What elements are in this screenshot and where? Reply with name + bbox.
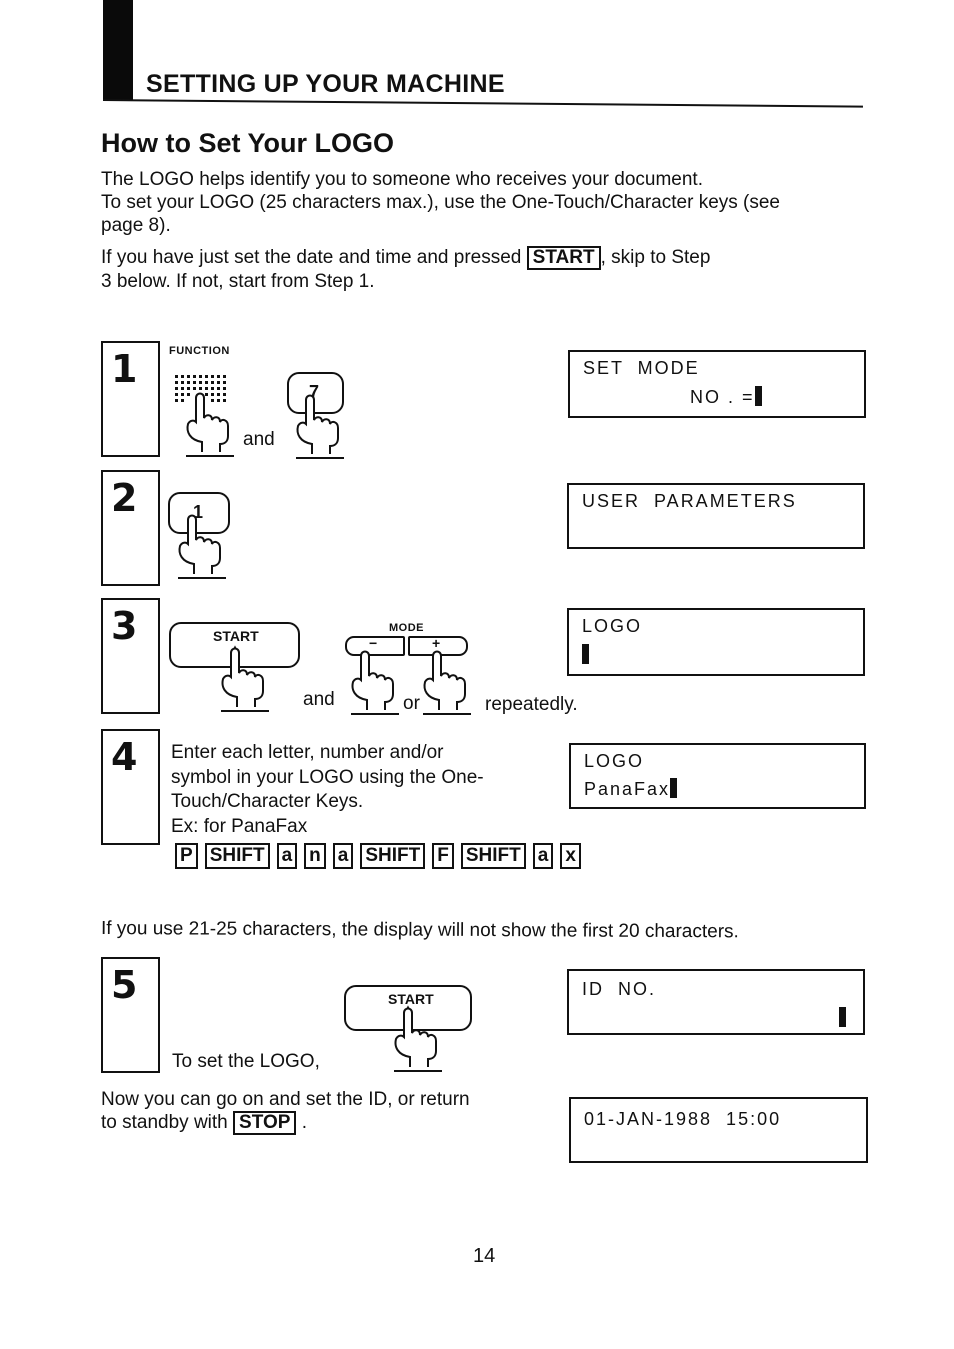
example-key-sequence: P SHIFT a n a SHIFT F SHIFT a x [175,843,581,869]
section-title: SETTING UP YOUR MACHINE [146,70,505,98]
step-5-number: 5 [111,963,138,1007]
step-2-box: 2 [101,470,160,586]
intro-line-1: The LOGO helps identify you to someone w… [101,169,703,190]
lcd-line-2: NO . = [690,386,762,408]
pressing-hand-icon [388,1005,448,1075]
page-heading: How to Set Your LOGO [101,128,395,158]
lcd-line-2 [582,644,589,666]
intro-line-4-text: If you have just set the date and time a… [101,247,522,268]
lcd-line-2-text: NO . = [690,387,755,407]
key-a: a [532,843,554,869]
start-key-reference: START [526,246,601,270]
closing-line-2-suffix: . [301,1112,307,1133]
intro-line-4-suffix: , skip to Step [600,247,711,268]
closing-line-2-text: to standby with [101,1112,228,1133]
step-4-line-2: symbol in your LOGO using the One- [171,766,484,788]
step-4-instructions: Enter each letter, number and/or symbol … [171,741,484,839]
step-1-number: 1 [111,347,138,391]
mode-label: MODE [389,622,424,634]
key-a: a [332,843,354,869]
cursor-block [754,386,762,406]
step-4-line-1: Enter each letter, number and/or [171,742,444,763]
step-4-number: 4 [111,735,138,779]
key-a: a [276,843,298,869]
lcd-display-standby: 01-JAN-1988 15:00 [569,1097,868,1163]
character-limit-note: If you use 21-25 characters, the display… [100,918,739,943]
pressing-hand-icon [345,648,405,718]
key-x: x [560,843,581,869]
start-button-label: START [213,628,259,644]
intro-line-5: 3 below. If not, start from Step 1. [101,271,375,292]
pressing-hand-icon [180,390,240,460]
key-shift: SHIFT [460,843,526,869]
intro-line-4: If you have just set the date and time a… [101,246,871,270]
pressing-hand-icon [215,645,275,715]
step-4-box: 4 [101,729,160,845]
closing-line-1: Now you can go on and set the ID, or ret… [101,1089,470,1110]
key-shift: SHIFT [360,843,426,869]
pressing-hand-icon [172,512,232,582]
key-p: P [175,843,198,869]
closing-paragraph: Now you can go on and set the ID, or ret… [101,1088,470,1135]
function-label: FUNCTION [169,345,230,357]
cursor-block [839,1007,846,1027]
lcd-line-1: LOGO [584,751,645,771]
lcd-line-2: PanaFax [584,778,678,800]
step-3-number: 3 [111,604,138,648]
step-5-text: To set the LOGO, [172,1051,320,1072]
lcd-display-step-2: USER PARAMETERS [567,483,865,549]
intro-line-2: To set your LOGO (25 characters max.), u… [101,192,780,213]
step-4-line-3: Touch/Character Keys. [171,791,364,812]
key-shift: SHIFT [204,843,270,869]
lcd-line-1: 01-JAN-1988 15:00 [584,1109,782,1129]
section-tab-marker [103,0,133,100]
step-2-number: 2 [111,476,138,520]
step-1-and-label: and [243,429,275,450]
step-5-box: 5 [101,957,160,1073]
pressing-hand-icon [290,392,350,462]
stop-key-reference: STOP [233,1111,297,1135]
lcd-line-2 [839,1007,846,1029]
closing-line-2: to standby with STOP . [101,1111,470,1135]
step-3-and-label: and [303,689,335,710]
cursor-block [670,778,678,798]
lcd-display-step-3: LOGO [567,608,865,676]
lcd-line-1: LOGO [582,616,643,636]
lcd-display-step-1: SET MODE NO . = [568,350,866,418]
intro-paragraph: The LOGO helps identify you to someone w… [101,168,871,293]
lcd-display-step-5: ID NO. [567,969,865,1035]
intro-line-3: page 8). [101,215,171,236]
cursor-block [582,644,589,664]
lcd-line-2-text: PanaFax [584,779,671,799]
step-1-box: 1 [101,341,160,457]
lcd-line-1: USER PARAMETERS [582,491,797,511]
section-divider [102,99,863,108]
lcd-line-1: ID NO. [582,979,657,999]
lcd-line-1: SET MODE [583,358,700,378]
page-number: 14 [473,1245,496,1267]
step-3-repeatedly-label: repeatedly. [485,694,578,715]
step-4-line-4: Ex: for PanaFax [171,815,308,837]
lcd-display-step-4: LOGO PanaFax [569,743,866,809]
key-n: n [304,843,326,869]
pressing-hand-icon [417,648,477,718]
step-3-box: 3 [101,598,160,714]
key-f: F [432,843,454,869]
